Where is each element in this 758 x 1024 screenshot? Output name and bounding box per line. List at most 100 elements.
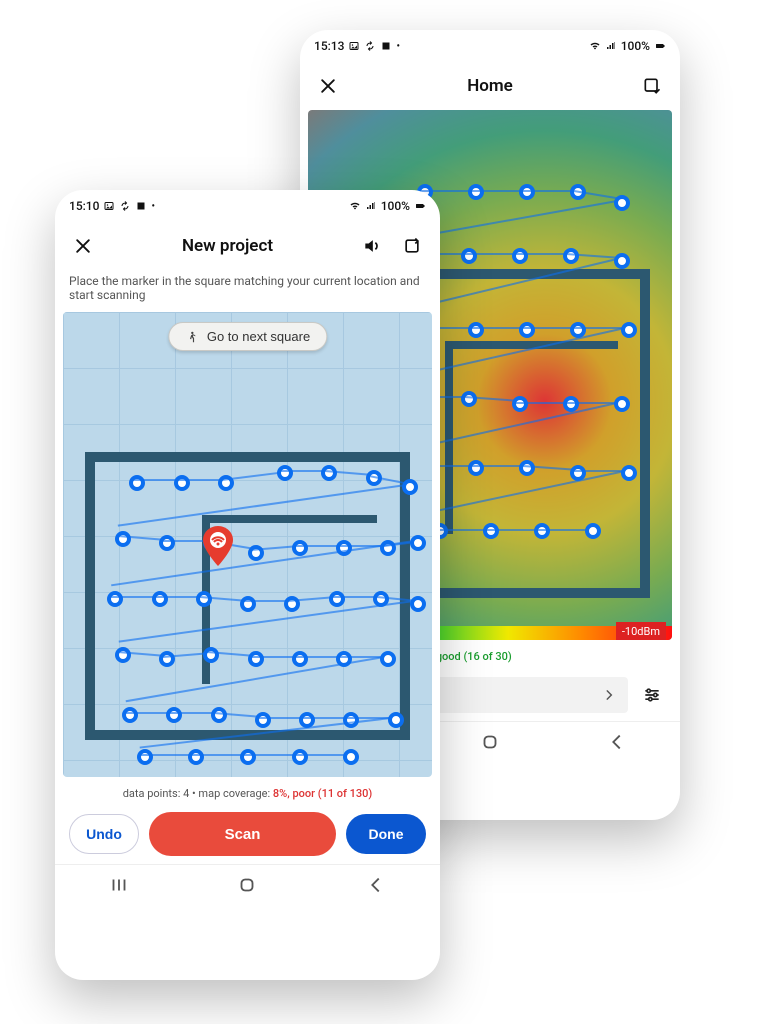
wifi-ap-pin[interactable] [203, 526, 233, 566]
close-button[interactable] [312, 70, 344, 102]
system-nav-bar [55, 864, 440, 908]
action-bar: Undo Scan Done [55, 806, 440, 864]
walk-icon [185, 330, 199, 344]
coverage-stats: data points: 4 • map coverage: 8%, poor … [55, 777, 440, 806]
close-button[interactable] [67, 230, 99, 262]
scan-node[interactable] [137, 749, 153, 765]
speaker-icon [362, 236, 382, 256]
stats-value: 8%, poor (11 of 130) [273, 787, 372, 800]
next-square-button[interactable]: Go to next square [168, 322, 327, 351]
scan-node[interactable] [410, 596, 426, 612]
back-button[interactable] [365, 874, 387, 900]
app-icon [135, 200, 147, 212]
scan-edge [259, 717, 303, 719]
scan-node[interactable] [585, 523, 601, 539]
scan-edge [515, 253, 566, 255]
scan-node[interactable] [621, 322, 637, 338]
scan-edge [465, 253, 516, 255]
app-icon [380, 40, 392, 52]
back-button[interactable] [606, 731, 628, 757]
chevron-right-icon [602, 688, 616, 702]
recent-apps-button[interactable] [108, 874, 130, 900]
scan-edge [523, 327, 574, 329]
scan-edge [192, 754, 244, 756]
scan-node[interactable] [255, 712, 271, 728]
scan-node[interactable] [461, 248, 477, 264]
scan-node[interactable] [211, 707, 227, 723]
status-time: 15:13 [314, 39, 344, 53]
close-icon [318, 76, 338, 96]
scan-edge [251, 656, 295, 658]
scan-node[interactable] [468, 460, 484, 476]
scan-edge [295, 754, 347, 756]
scan-node[interactable] [152, 591, 168, 607]
next-square-label: Go to next square [207, 329, 310, 344]
scan-node[interactable] [621, 465, 637, 481]
status-bar: 15:13 • 100% [300, 30, 680, 62]
scan-edge [421, 190, 472, 192]
scan-node[interactable] [203, 647, 219, 663]
scan-node[interactable] [292, 749, 308, 765]
scan-node[interactable] [115, 647, 131, 663]
scan-edge [435, 529, 486, 531]
scan-node[interactable] [336, 540, 352, 556]
sliders-icon [642, 685, 662, 705]
scan-node[interactable] [534, 523, 550, 539]
scan-button[interactable]: Scan [149, 812, 336, 856]
scan-edge [281, 470, 325, 472]
phone-front-mockup: 15:10 • 100% [55, 190, 440, 980]
sync-icon [364, 40, 376, 52]
app-bar: New project [55, 222, 440, 270]
rotate-icon [402, 236, 422, 256]
stats-prefix: data points: 4 • map coverage: [123, 787, 270, 800]
image-icon [348, 40, 360, 52]
scan-node[interactable] [174, 475, 190, 491]
status-time: 15:10 [69, 199, 99, 213]
image-icon [103, 200, 115, 212]
scan-node[interactable] [512, 248, 528, 264]
status-dot: • [396, 41, 400, 52]
scan-edge [303, 717, 347, 719]
scan-edge [523, 190, 574, 192]
home-button[interactable] [479, 731, 501, 757]
close-icon [73, 236, 93, 256]
scan-node[interactable] [461, 391, 477, 407]
scan-node[interactable] [115, 531, 131, 547]
scan-edge [140, 754, 192, 756]
scan-edge [244, 754, 296, 756]
export-check-icon [642, 76, 662, 96]
scan-edge [515, 402, 566, 404]
scan-canvas[interactable]: Go to next square [63, 312, 432, 777]
scan-node[interactable] [284, 596, 300, 612]
scan-edge [537, 529, 588, 531]
sync-icon [119, 200, 131, 212]
battery-text: 100% [621, 39, 650, 53]
instruction-text: Place the marker in the square matching … [55, 270, 440, 312]
scan-edge [244, 600, 288, 602]
scan-node[interactable] [519, 322, 535, 338]
scan-edge [155, 596, 199, 598]
actions-button[interactable] [636, 70, 668, 102]
scan-node[interactable] [292, 540, 308, 556]
scan-node[interactable] [519, 460, 535, 476]
scan-node[interactable] [240, 596, 256, 612]
scan-node[interactable] [196, 591, 212, 607]
battery-icon [414, 200, 426, 212]
scan-edge [111, 596, 155, 598]
cell-signal-icon [605, 40, 617, 52]
sound-button[interactable] [356, 230, 388, 262]
app-bar: Home [300, 62, 680, 110]
home-button[interactable] [236, 874, 258, 900]
rotate-button[interactable] [396, 230, 428, 262]
scan-edge [133, 479, 177, 481]
scan-edge [332, 596, 376, 598]
battery-icon [654, 40, 666, 52]
scan-node[interactable] [614, 253, 630, 269]
done-button[interactable]: Done [346, 814, 426, 854]
scan-edge [295, 545, 339, 547]
filter-button[interactable] [638, 681, 666, 709]
undo-button[interactable]: Undo [69, 814, 139, 854]
scan-node[interactable] [329, 591, 345, 607]
page-title: New project [107, 236, 348, 256]
scan-node[interactable] [388, 712, 404, 728]
